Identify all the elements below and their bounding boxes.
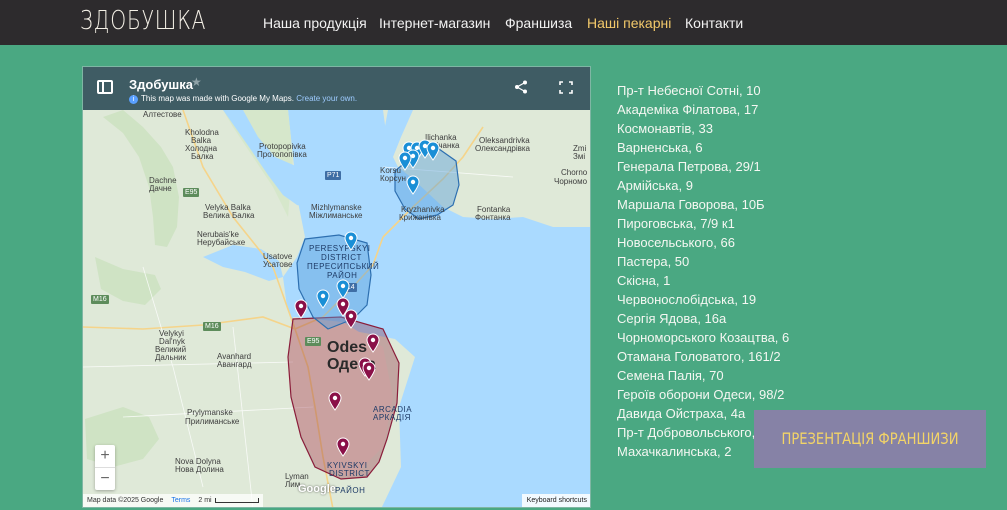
map-label-kryzhanivka-uk: Крижанівка <box>399 213 441 222</box>
map-label-arcadia-uk: АРКАДІЯ <box>373 413 411 422</box>
logo[interactable]: ЗДОБУШКА <box>80 6 206 36</box>
map-label-chorno: Chorno <box>561 168 588 177</box>
road-badge-e95-b: E95 <box>305 337 322 346</box>
road-badge-m16-b: M16 <box>203 322 221 331</box>
map-label-kyivskyi-en2: DISTRICT <box>329 469 370 478</box>
map-pin-blue[interactable] <box>406 175 420 195</box>
address-item: Скісна, 1 <box>617 273 671 288</box>
top-navbar: ЗДОБУШКА Наша продукція Інтернет-магазин… <box>0 0 1007 45</box>
address-item: Маршала Говорова, 10Б <box>617 197 765 212</box>
address-item: Новосельського, 66 <box>617 235 735 250</box>
map-label-prylymanske-en: Prylymanske <box>187 408 233 417</box>
address-item: Червонослобідська, 19 <box>617 292 757 307</box>
map-title: Здобушка <box>129 77 193 92</box>
map-label-nerubaiske-uk: Нерубайське <box>197 238 246 247</box>
scale-label: 2 mi <box>198 497 212 504</box>
create-map-link[interactable]: Create your own. <box>296 94 357 103</box>
map-label-peresyp-uk: ПЕРЕСИПСЬКИЙ <box>307 262 380 271</box>
map-pin-red[interactable] <box>362 361 376 381</box>
map-pin-blue[interactable] <box>316 289 330 309</box>
address-item: Генерала Петрова, 29/1 <box>617 159 761 174</box>
nav-item-products[interactable]: Наша продукція <box>263 15 367 31</box>
address-item: Армійська, 9 <box>617 178 693 193</box>
map-label-korsuntsi-uk: Корсун <box>380 174 406 183</box>
map-pin-red[interactable] <box>294 299 308 319</box>
fullscreen-icon[interactable] <box>559 81 573 94</box>
address-item: Отамана Головатого, 161/2 <box>617 349 781 364</box>
address-item: Варненська, 6 <box>617 140 703 155</box>
map-label-chorno-uk: Чорномо <box>554 177 588 186</box>
map-label-avanhard-uk: Авангард <box>217 360 252 369</box>
zoom-control: + − <box>95 445 115 490</box>
map-label-protopopivka-uk: Протопопівка <box>257 150 307 159</box>
nav-item-our-bakeries[interactable]: Наші пекарні <box>587 15 671 31</box>
address-item: Чорноморського Козацтва, 6 <box>617 330 790 345</box>
road-badge-p71: P71 <box>325 171 342 180</box>
map-label-peresyp-en: PERESYPSKYI <box>309 244 371 253</box>
map-data-credit: Map data ©2025 Google <box>87 497 164 504</box>
address-item: Академіка Філатова, 17 <box>617 102 759 117</box>
map-label-velyka-balka-uk: Велика Балка <box>203 211 255 220</box>
map-label-mizhlymanske-uk: Міжлиманське <box>309 211 363 220</box>
map-pin-blue[interactable] <box>426 141 440 161</box>
map-label-dachne-uk: Дачне <box>149 184 172 193</box>
map-legend-icon[interactable] <box>97 80 113 94</box>
map-label-fontanka-uk: Фонтанка <box>475 213 511 222</box>
map-footer: Map data ©2025 Google Terms 2 mi Keyboar… <box>83 494 590 507</box>
map-label-nova-dolyna-uk: Нова Долина <box>175 465 224 474</box>
franchise-presentation-button[interactable]: ПРЕЗЕНТАЦІЯ ФРАНШИЗИ <box>754 410 986 468</box>
map-subtitle-text: This map was made with Google My Maps. <box>141 94 294 103</box>
terms-link[interactable]: Terms <box>171 497 190 504</box>
star-icon[interactable]: ★ <box>191 75 202 89</box>
map-pin-red[interactable] <box>366 333 380 353</box>
share-icon[interactable] <box>514 80 528 94</box>
map-label-kholodna-uk2: Балка <box>191 152 214 161</box>
map-label-velykyi-uk2: Дальник <box>155 353 187 362</box>
map-subtitle: i This map was made with Google My Maps. … <box>129 94 357 104</box>
road-badge-e95: E95 <box>183 188 200 197</box>
map-attribution: Map data ©2025 Google Terms 2 mi <box>83 494 263 507</box>
scale-bar <box>214 497 259 503</box>
map-label-zmiivka-uk: Змі <box>573 152 586 161</box>
map-label-peresyp-en2: DISTRICT <box>321 253 362 262</box>
info-icon: i <box>129 95 138 104</box>
nav-item-online-shop[interactable]: Інтернет-магазин <box>379 15 490 31</box>
bakery-address-list: Пр-т Небесної Сотні, 10 Академіка Філато… <box>617 81 789 461</box>
address-item: Пастера, 50 <box>617 254 690 269</box>
address-item: Пироговська, 7/9 к1 <box>617 216 735 231</box>
address-item: Сергія Ядова, 16а <box>617 311 727 326</box>
keyboard-shortcuts-button[interactable]: Keyboard shortcuts <box>521 494 590 507</box>
map-label-prylymanske-uk: Прилиманське <box>185 417 240 426</box>
zoom-out-button[interactable]: − <box>95 467 115 489</box>
map-pin-red[interactable] <box>336 437 350 457</box>
map-label-usatove-uk: Усатове <box>263 260 293 269</box>
address-item: Пр-т Небесної Сотні, 10 <box>617 83 761 98</box>
zoom-in-button[interactable]: + <box>95 445 115 467</box>
nav-item-franchise[interactable]: Франшиза <box>505 15 572 31</box>
road-badge-m16-a: M16 <box>91 295 109 304</box>
embedded-map[interactable]: Алтестове Kholodna Balka Холодна Балка P… <box>82 66 591 508</box>
map-pin-blue[interactable] <box>344 231 358 251</box>
map-label-oleksandrivka-uk: Олександрівка <box>475 144 530 153</box>
nav-item-contacts[interactable]: Контакти <box>685 15 743 31</box>
map-pin-blue[interactable] <box>398 151 412 171</box>
map-header: Здобушка ★ i This map was made with Googl… <box>83 67 590 110</box>
address-item: Героїв оборони Одеси, 98/2 <box>617 387 785 402</box>
franchise-presentation-label: ПРЕЗЕНТАЦІЯ ФРАНШИЗИ <box>781 429 959 448</box>
map-label-altestove: Алтестове <box>143 110 182 119</box>
address-item: Космонавтів, 33 <box>617 121 713 136</box>
map-label-odesa-en: Odes <box>327 339 368 356</box>
map-pin-red[interactable] <box>328 391 342 411</box>
map-pin-blue[interactable] <box>336 279 350 299</box>
address-item: Семена Палія, 70 <box>617 368 724 383</box>
map-pin-red[interactable] <box>344 309 358 329</box>
